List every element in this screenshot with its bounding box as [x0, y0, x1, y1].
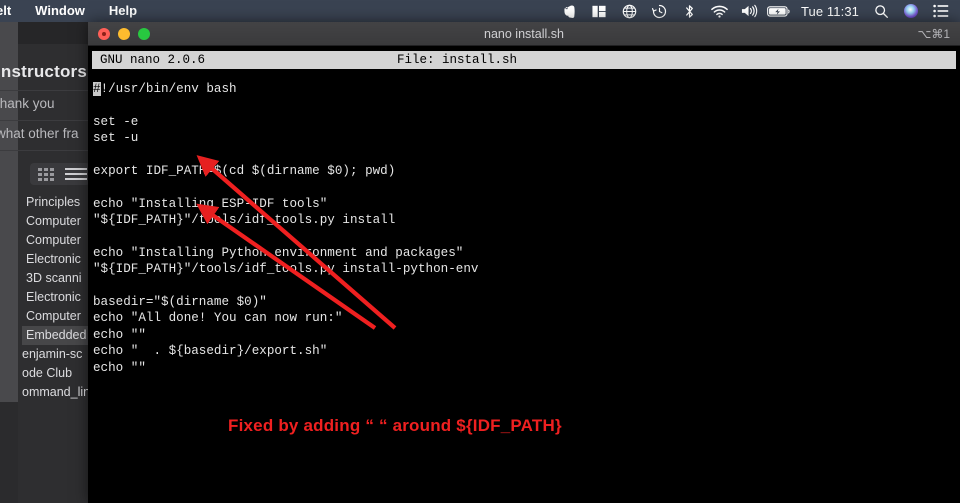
- view-toggle-group[interactable]: [30, 163, 90, 185]
- list-item[interactable]: Computer: [22, 307, 92, 326]
- list-item[interactable]: ommand_lin: [22, 383, 92, 402]
- list-item-selected[interactable]: Embedded: [22, 326, 92, 345]
- battery-charging-icon[interactable]: [764, 0, 794, 22]
- background-text-line-1: thank you: [0, 96, 55, 111]
- text-cursor: #: [93, 82, 101, 96]
- menu-item-window[interactable]: Window: [23, 0, 97, 22]
- code-line-0-rest: !/usr/bin/env bash: [100, 82, 237, 96]
- code-line-0: #!/usr/bin/env bash: [93, 81, 960, 97]
- annotation-label: Fixed by adding “ “ around ${IDF_PATH}: [228, 416, 562, 435]
- list-item[interactable]: 3D scanni: [22, 269, 92, 288]
- list-item[interactable]: Principles: [22, 193, 92, 212]
- code-line-13: basedir="$(dirname $0)": [93, 295, 267, 310]
- code-line-14: echo "All done! You can now run:": [93, 311, 343, 326]
- code-line-15: echo "": [93, 327, 146, 342]
- nano-editor-buffer[interactable]: #!/usr/bin/env bash set -e set -u export…: [88, 69, 960, 376]
- list-item[interactable]: ode Club: [22, 364, 92, 383]
- nano-header-bar: GNU nano 2.0.6 File: install.sh: [92, 51, 956, 69]
- bluetooth-icon[interactable]: [674, 0, 704, 22]
- menu-bar-status-area: Tue 11:31: [554, 0, 956, 22]
- screen: Instructors thank you what other fra Pri…: [0, 0, 960, 503]
- wifi-icon[interactable]: [704, 0, 734, 22]
- terminal-title-bar[interactable]: nano install.sh ⌥⌘1: [88, 22, 960, 46]
- code-line-3: set -u: [93, 131, 139, 146]
- code-line-2: set -e: [93, 114, 139, 129]
- code-line-5: export IDF_PATH=$(cd $(dirname $0); pwd): [93, 163, 396, 178]
- note-list[interactable]: Principles Computer Computer Electronic …: [22, 193, 92, 402]
- code-line-11: "${IDF_PATH}"/tools/idf_tools.py install…: [93, 262, 479, 277]
- menu-bar: elt Window Help: [0, 0, 960, 22]
- notification-center-icon[interactable]: [926, 0, 956, 22]
- terminal-window[interactable]: nano install.sh ⌥⌘1 GNU nano 2.0.6 File:…: [88, 22, 960, 503]
- code-line-8: "${IDF_PATH}"/tools/idf_tools.py install: [93, 213, 396, 228]
- code-line-16: echo " . ${basedir}/export.sh": [93, 344, 328, 359]
- menu-item-clipped[interactable]: elt: [0, 0, 23, 22]
- evernote-icon[interactable]: [554, 0, 584, 22]
- list-view-icon[interactable]: [65, 167, 87, 181]
- code-line-10: echo "Installing Python environment and …: [93, 245, 464, 260]
- siri-icon[interactable]: [896, 0, 926, 22]
- terminal-window-shortcut: ⌥⌘1: [917, 26, 950, 41]
- grid-view-icon[interactable]: [35, 167, 57, 181]
- background-divider-2: [0, 120, 88, 121]
- background-divider-3: [0, 150, 88, 151]
- nano-filename: File: install.sh: [397, 53, 518, 67]
- background-heading: Instructors: [0, 62, 87, 81]
- background-divider-1: [0, 90, 88, 91]
- search-icon[interactable]: [866, 0, 896, 22]
- background-text-line-2: what other fra: [0, 126, 79, 141]
- list-item[interactable]: Electronic: [22, 288, 92, 307]
- list-item[interactable]: enjamin-sc: [22, 345, 92, 364]
- volume-icon[interactable]: [734, 0, 764, 22]
- menu-bar-menus: elt Window Help: [0, 0, 149, 22]
- menu-item-help[interactable]: Help: [97, 0, 149, 22]
- split-view-icon[interactable]: [584, 0, 614, 22]
- list-item[interactable]: Electronic: [22, 250, 92, 269]
- nano-version: GNU nano 2.0.6: [100, 53, 206, 67]
- globe-icon[interactable]: [614, 0, 644, 22]
- terminal-window-title: nano install.sh: [484, 26, 564, 41]
- time-machine-icon[interactable]: [644, 0, 674, 22]
- code-line-17: echo "": [93, 360, 146, 375]
- code-line-7: echo "Installing ESP-IDF tools": [93, 196, 328, 211]
- list-item[interactable]: Computer: [22, 231, 92, 250]
- list-item[interactable]: Computer: [22, 212, 92, 231]
- menu-bar-clock[interactable]: Tue 11:31: [794, 4, 866, 19]
